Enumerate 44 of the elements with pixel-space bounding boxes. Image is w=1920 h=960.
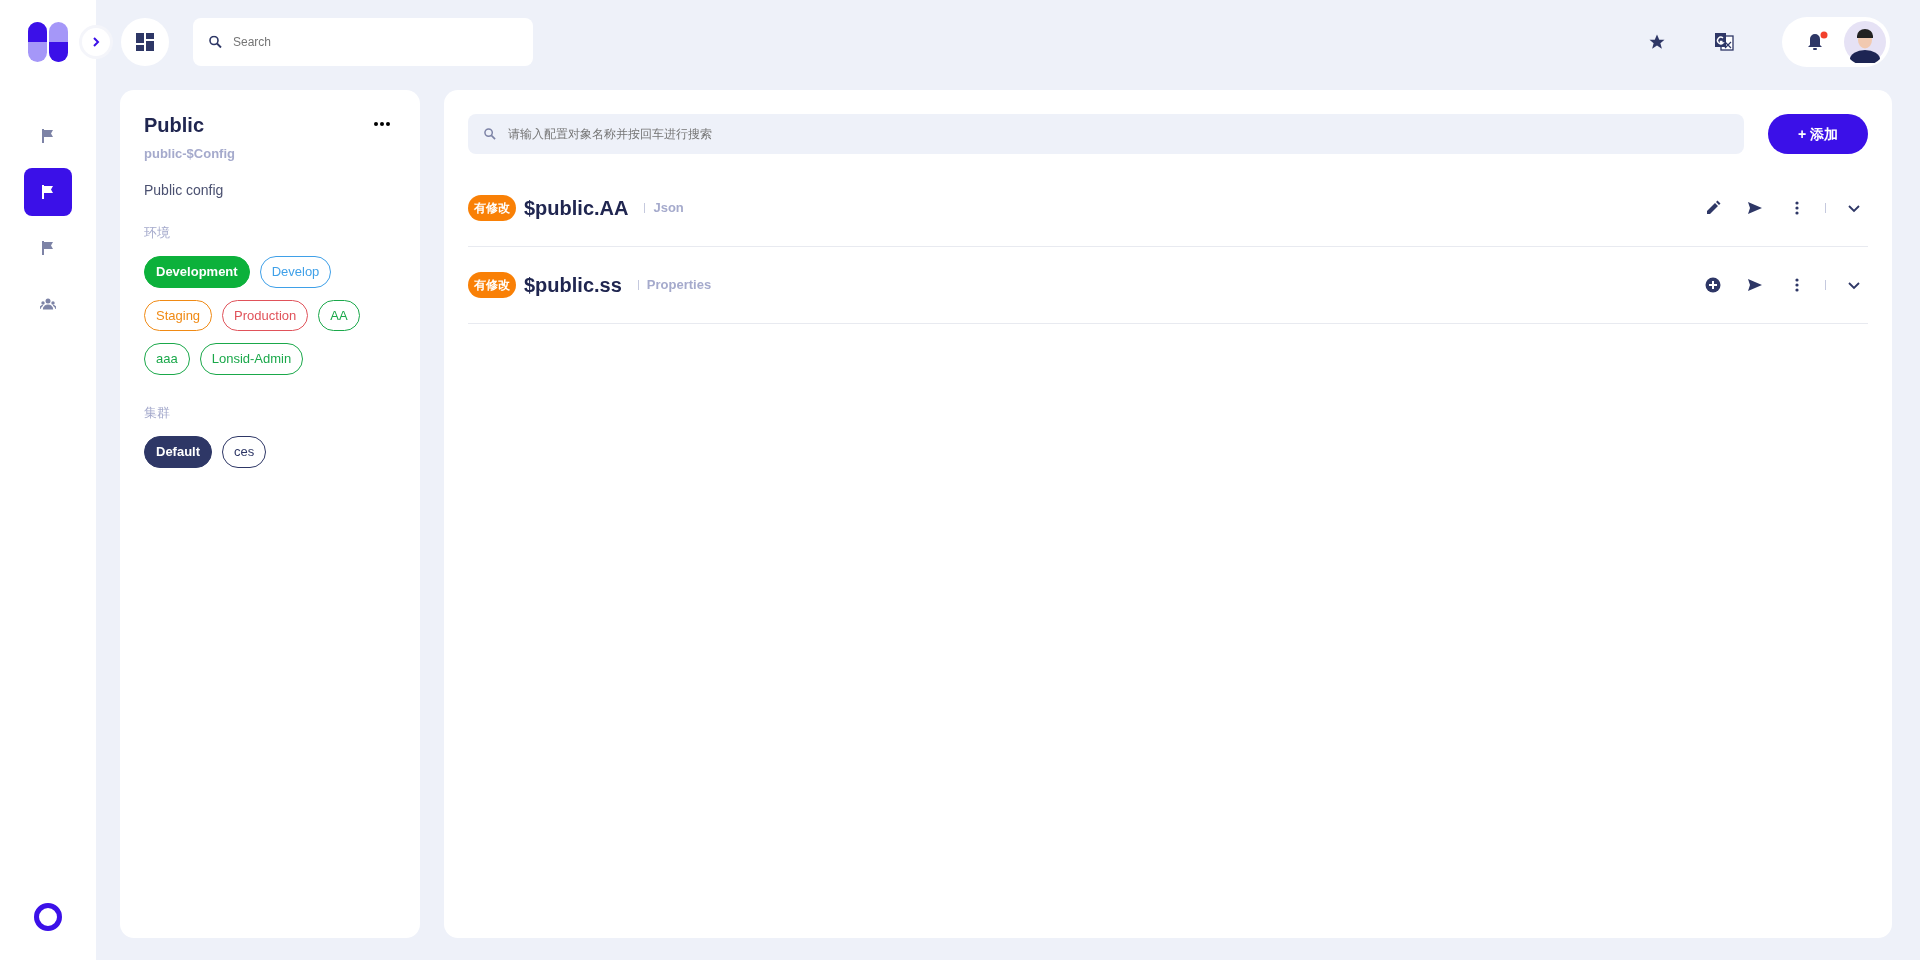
chevron-right-icon — [90, 36, 102, 48]
plus-circle-icon — [1705, 277, 1721, 293]
send-icon — [1747, 200, 1763, 216]
config-name[interactable]: $public.AA — [524, 193, 629, 223]
tag[interactable]: Lonsid-Admin — [199, 343, 304, 375]
star-icon[interactable] — [1648, 33, 1666, 51]
more-icon — [374, 122, 390, 126]
search-field[interactable]: 请输入配置对象名称并按回车进行搜索 — [468, 114, 1744, 154]
nav-button[interactable] — [24, 168, 72, 216]
tag[interactable]: Development — [144, 256, 250, 288]
panel-title: Public — [144, 113, 204, 138]
status-badge: 有修改 — [468, 195, 516, 221]
config-name[interactable]: $public.ss — [524, 270, 622, 300]
panel-subtitle: public-$Config — [144, 145, 236, 163]
panel-description: Public config — [144, 180, 225, 200]
tag[interactable]: Develop — [259, 256, 332, 288]
config-type: Json — [653, 199, 684, 218]
notification-icon[interactable] — [1806, 31, 1828, 53]
tag[interactable]: Staging — [144, 299, 213, 331]
search-field[interactable]: Search — [193, 18, 533, 66]
dashboard-icon — [136, 33, 154, 51]
send-icon — [1747, 277, 1763, 293]
tag[interactable]: Production — [222, 299, 309, 331]
search-icon — [484, 128, 496, 140]
tag[interactable]: Default — [144, 436, 213, 468]
add-button[interactable]: + 添加 — [1768, 114, 1868, 154]
flag-icon — [40, 184, 56, 200]
dashboard-button[interactable] — [121, 18, 169, 66]
config-type: Properties — [646, 276, 712, 295]
section-label: 集群 — [144, 403, 171, 422]
pencil-icon — [1705, 200, 1721, 216]
people-icon — [40, 296, 56, 312]
circle-icon[interactable] — [33, 902, 63, 932]
translate-icon[interactable] — [1714, 32, 1734, 52]
section-label: 环境 — [144, 223, 171, 242]
tag[interactable]: ces — [222, 436, 267, 468]
logo-icon — [28, 22, 68, 62]
avatar[interactable] — [1844, 21, 1886, 63]
status-badge: 有修改 — [468, 272, 516, 298]
flag-icon — [40, 128, 56, 144]
tag[interactable]: AA — [318, 299, 360, 331]
tag[interactable]: aaa — [144, 343, 190, 375]
search-icon — [209, 35, 222, 49]
flag-icon — [40, 240, 56, 256]
